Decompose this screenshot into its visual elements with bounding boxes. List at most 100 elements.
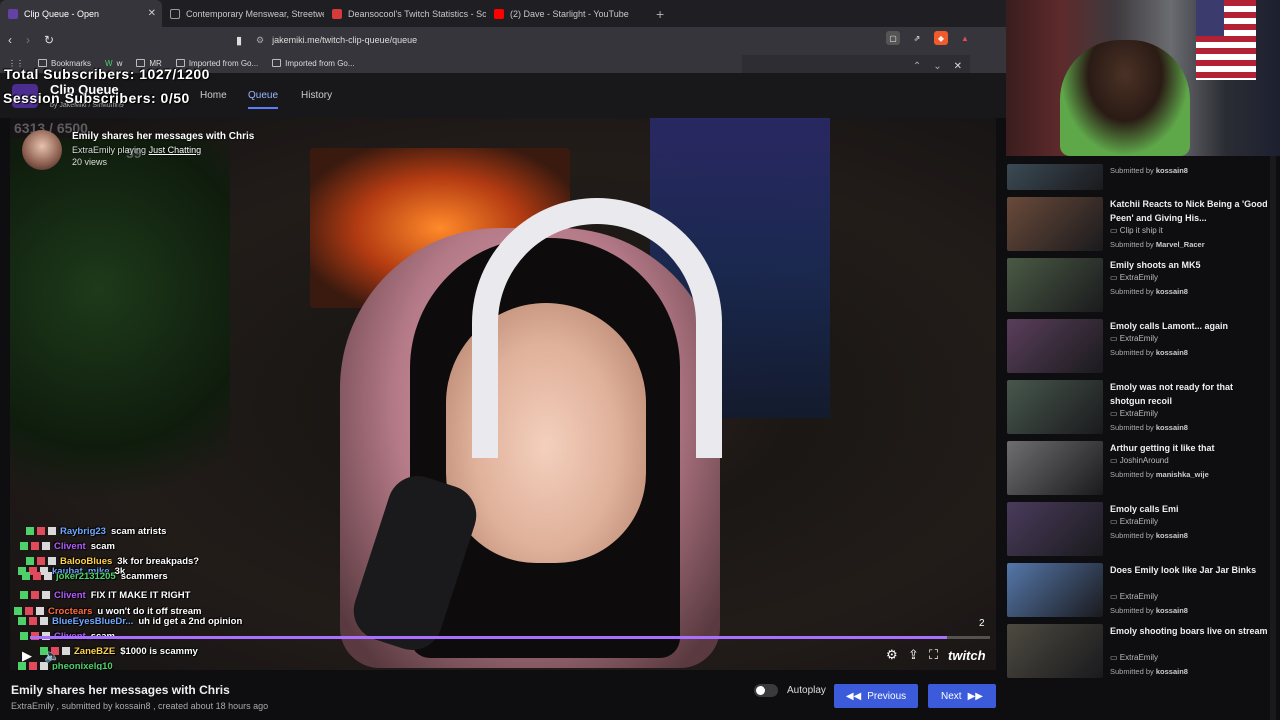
queue-thumbnail[interactable]	[1007, 441, 1103, 495]
bookmark-page-icon[interactable]: ▮	[236, 34, 242, 47]
video-player[interactable]	[10, 118, 996, 670]
queue-thumbnail[interactable]	[1007, 502, 1103, 556]
play-icon[interactable]: ▶	[22, 648, 32, 664]
total-subscribers-overlay: Total Subscribers: 1027/1200	[4, 66, 210, 82]
folder-icon	[272, 59, 282, 67]
chat-text: uh id get a 2nd opinion	[138, 616, 243, 627]
queue-item[interactable]: Emoly calls Lamont... again ▭ ExtraEmily S…	[1007, 319, 1277, 375]
queue-item[interactable]: Emily shoots an MK5 ▭ ExtraEmily Submitted…	[1007, 258, 1277, 314]
tab-youtube[interactable]: (2) Dave - Starlight - YouTube	[486, 0, 648, 27]
chat-username[interactable]: ZaneBZE	[74, 646, 115, 657]
rewards-icon[interactable]: ▲	[958, 31, 972, 45]
queue-thumbnail[interactable]	[1007, 258, 1103, 312]
queue-item-channel: ▭ ExtraEmily	[1110, 592, 1159, 601]
chat-badges-icon	[26, 527, 56, 536]
tab-twitch-stats[interactable]: Deansocool's Twitch Statistics - Socia	[324, 0, 486, 27]
volume-icon[interactable]: 🔈	[44, 648, 60, 664]
site-info-icon[interactable]: ⚙	[256, 35, 264, 46]
chat-username[interactable]: Raybrig23	[60, 526, 106, 537]
fast-forward-icon: ▶▶	[967, 690, 983, 702]
chat-username[interactable]: Clivent	[54, 590, 86, 601]
clip-title: Emily shares her messages with Chris	[72, 131, 255, 142]
forward-icon[interactable]: ›	[26, 33, 30, 47]
footer-clip-title: Emily shares her messages with Chris	[11, 683, 230, 697]
queue-item-submitter: Submitted by kossain8	[1110, 531, 1188, 540]
chat-message: BlueEyesBlueDr... uh id get a 2nd opinion	[18, 616, 242, 627]
queue-thumbnail[interactable]	[1007, 624, 1103, 678]
tab-menswear[interactable]: Contemporary Menswear, Streetwea	[162, 0, 324, 27]
queue-item-title: Emoly calls Emi	[1110, 504, 1179, 514]
chat-badges-icon	[18, 617, 48, 626]
queue-item-submitter: Submitted by kossain8	[1110, 287, 1188, 296]
queue-item-submitter: Submitted by Marvel_Racer	[1110, 240, 1205, 249]
clip-game-link[interactable]: Just Chatting	[149, 145, 202, 155]
chat-badges-icon	[20, 591, 50, 600]
video-progress-bar[interactable]	[30, 636, 990, 639]
queue-thumbnail[interactable]	[1007, 164, 1103, 190]
queue-item[interactable]: Does Emily look like Jar Jar Binks ▭ Extr…	[1007, 563, 1277, 619]
find-prev-icon[interactable]: ⌃	[913, 61, 921, 72]
find-close-icon[interactable]: ✕	[954, 61, 962, 72]
bookmark-item[interactable]: Imported from Go...	[272, 59, 355, 68]
queue-item-channel: ▭ ExtraEmily	[1110, 517, 1159, 526]
webcam-streamer	[1060, 40, 1190, 156]
settings-gear-icon[interactable]: ⚙	[886, 647, 898, 663]
chat-message: Clivent FIX IT MAKE IT RIGHT	[20, 590, 190, 601]
queue-thumbnail[interactable]	[1007, 563, 1103, 617]
queue-item-title: Emoly shooting boars live on stream	[1110, 626, 1268, 636]
chat-username[interactable]: joker2131205	[56, 571, 116, 582]
brave-shield-icon[interactable]: ◆	[934, 31, 948, 45]
queue-thumbnail[interactable]	[1007, 319, 1103, 373]
chat-text: scam	[90, 541, 115, 552]
tab-label: Contemporary Menswear, Streetwea	[186, 8, 324, 19]
queue-item[interactable]: Emoly calls Emi ▭ ExtraEmily Submitted by …	[1007, 502, 1277, 558]
new-tab-icon[interactable]: +	[656, 6, 664, 22]
queue-item-title: Arthur getting it like that	[1110, 443, 1215, 453]
chat-username[interactable]: BlueEyesBlueDr...	[52, 616, 133, 627]
share-icon[interactable]: ⇗	[910, 31, 924, 45]
queue-item-title: Emily shoots an MK5	[1110, 260, 1201, 270]
back-icon[interactable]: ‹	[8, 33, 12, 47]
queue-item[interactable]: Emoly shooting boars live on stream ▭ Ext…	[1007, 624, 1277, 680]
queue-item[interactable]: Emoly was not ready for that shotgun rec…	[1007, 380, 1277, 436]
previous-button[interactable]: ◀◀ Previous	[834, 684, 918, 708]
address-bar[interactable]: ▮ ⚙ jakemiki.me/twitch-clip-queue/queue	[236, 31, 876, 49]
session-subscribers-overlay: Session Subscribers: 0/50	[3, 90, 190, 106]
channel-avatar[interactable]	[22, 130, 62, 170]
next-button[interactable]: Next ▶▶	[928, 684, 996, 708]
url-text: jakemiki.me/twitch-clip-queue/queue	[272, 35, 418, 45]
chat-badges-icon	[14, 607, 44, 616]
fullscreen-icon[interactable]: ⛶	[929, 647, 938, 663]
nav-history[interactable]: History	[301, 90, 332, 101]
sidebar-scrollbar[interactable]	[1270, 156, 1276, 720]
nav-home[interactable]: Home	[200, 90, 227, 101]
clip-channel-line: ExtraEmily playing Just Chatting	[72, 145, 201, 155]
queue-item-submitter: Submitted by kossain8	[1110, 667, 1188, 676]
clip-views: 20 views	[72, 157, 108, 167]
queue-item-submitter: Submitted by manishka_wije	[1110, 470, 1209, 479]
close-tab-icon[interactable]: ✕	[148, 8, 156, 19]
queue-item[interactable]: Katchii Reacts to Nick Being a 'Good Pee…	[1007, 197, 1277, 253]
queue-item-title: Emoly was not ready for that shotgun rec…	[1110, 382, 1234, 406]
chat-badges-icon	[22, 572, 52, 581]
tab-label: Clip Queue - Open	[24, 8, 100, 19]
share-icon[interactable]: ⇪	[908, 647, 919, 663]
reload-icon[interactable]: ↻	[44, 33, 54, 47]
autoplay-toggle[interactable]	[754, 684, 778, 697]
queue-item-title: Katchii Reacts to Nick Being a 'Good Pee…	[1110, 199, 1268, 223]
stats-favicon-icon	[332, 8, 342, 19]
queue-thumbnail[interactable]	[1007, 197, 1103, 251]
queue-item[interactable]: Arthur getting it like that ▭ JoshinAroun…	[1007, 441, 1277, 497]
chat-username[interactable]: Clivent	[54, 541, 86, 552]
clip-channel[interactable]: ExtraEmily	[72, 145, 115, 155]
tab-clip-queue[interactable]: Clip Queue - Open ✕	[0, 0, 162, 27]
video-progress-fill	[30, 636, 947, 639]
twitch-logo-icon[interactable]: twitch	[948, 648, 986, 663]
time-badge: 2	[979, 618, 985, 629]
find-next-icon[interactable]: ⌄	[933, 61, 941, 72]
tab-view-icon[interactable]: ▢	[886, 31, 900, 45]
nav-queue[interactable]: Queue	[248, 90, 279, 109]
queue-item-submitter: Submitted by kossain8	[1110, 166, 1188, 175]
queue-thumbnail[interactable]	[1007, 380, 1103, 434]
chat-badges-icon	[26, 557, 56, 566]
